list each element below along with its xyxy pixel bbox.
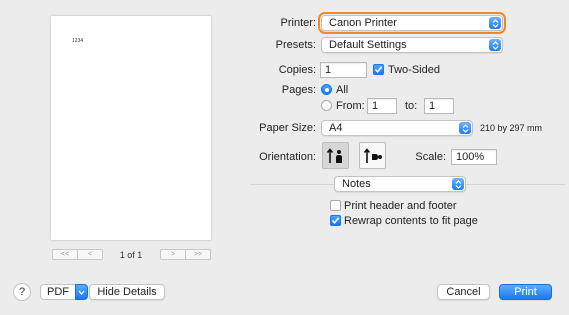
portrait-icon: [326, 147, 342, 163]
pages-from-label: From:: [336, 100, 365, 112]
preview-page-text: 1234: [72, 38, 84, 44]
last-page-button[interactable]: >>: [185, 250, 210, 259]
chevron-updown-icon: [452, 178, 464, 190]
preview-forward-nav: > >>: [160, 249, 211, 260]
printer-value: Canon Printer: [329, 17, 397, 29]
printer-label: Printer:: [280, 17, 316, 29]
chevron-updown-icon: [459, 122, 471, 134]
next-page-button[interactable]: >: [161, 250, 185, 259]
pages-to-value: 1: [429, 100, 436, 112]
two-sided-checkbox[interactable]: [373, 64, 384, 75]
orientation-landscape-button[interactable]: [359, 142, 386, 169]
page-preview: 1234: [51, 16, 211, 240]
pdf-menu[interactable]: PDF: [40, 284, 88, 300]
preview-back-nav: << <: [52, 249, 103, 260]
rewrap-label: Rewrap contents to fit page: [344, 215, 478, 227]
help-button[interactable]: ?: [13, 283, 31, 301]
paper-size-select[interactable]: A4: [321, 120, 473, 136]
paper-dimensions: 210 by 297 mm: [480, 123, 543, 133]
pages-label: Pages:: [281, 84, 316, 96]
paper-size-value: A4: [329, 122, 343, 134]
print-button[interactable]: Print: [499, 284, 552, 300]
page-indicator: 1 of 1: [119, 250, 143, 260]
pages-all-radio[interactable]: [321, 84, 332, 95]
print-header-footer-label: Print header and footer: [344, 200, 457, 212]
first-page-button[interactable]: <<: [53, 250, 77, 259]
previous-page-button[interactable]: <: [77, 250, 102, 259]
chevron-updown-icon: [489, 39, 501, 51]
section-select[interactable]: Notes: [334, 176, 466, 192]
two-sided-label: Two-Sided: [388, 64, 440, 76]
pages-to-field[interactable]: 1: [424, 98, 454, 114]
scale-value: 100%: [456, 151, 485, 163]
rewrap-checkbox[interactable]: [330, 215, 341, 226]
presets-select[interactable]: Default Settings: [321, 37, 503, 53]
section-value: Notes: [342, 178, 371, 190]
checkmark-icon: [374, 66, 383, 74]
pages-from-radio[interactable]: [321, 100, 332, 111]
copies-field[interactable]: 1: [320, 62, 367, 78]
copies-label: Copies:: [278, 64, 316, 76]
landscape-icon: [363, 147, 382, 163]
chevron-updown-icon: [489, 17, 501, 29]
presets-label: Presets:: [275, 39, 316, 51]
pages-from-field[interactable]: 1: [367, 98, 397, 114]
pages-from-value: 1: [372, 100, 379, 112]
presets-value: Default Settings: [329, 39, 407, 51]
pdf-button-label[interactable]: PDF: [40, 284, 75, 300]
pages-to-label: to:: [405, 100, 418, 112]
printer-select[interactable]: Canon Printer: [321, 15, 503, 31]
paper-size-label: Paper Size:: [259, 122, 316, 134]
orientation-portrait-button[interactable]: [322, 142, 349, 169]
checkmark-icon: [331, 217, 340, 225]
scale-field[interactable]: 100%: [451, 149, 497, 165]
scale-label: Scale:: [415, 151, 446, 163]
chevron-down-icon[interactable]: [75, 284, 88, 300]
cancel-button[interactable]: Cancel: [437, 284, 490, 300]
copies-value: 1: [325, 64, 332, 76]
print-header-footer-checkbox[interactable]: [330, 200, 341, 211]
orientation-label: Orientation:: [259, 151, 316, 163]
hide-details-button[interactable]: Hide Details: [89, 284, 165, 300]
pages-all-label: All: [336, 84, 349, 96]
